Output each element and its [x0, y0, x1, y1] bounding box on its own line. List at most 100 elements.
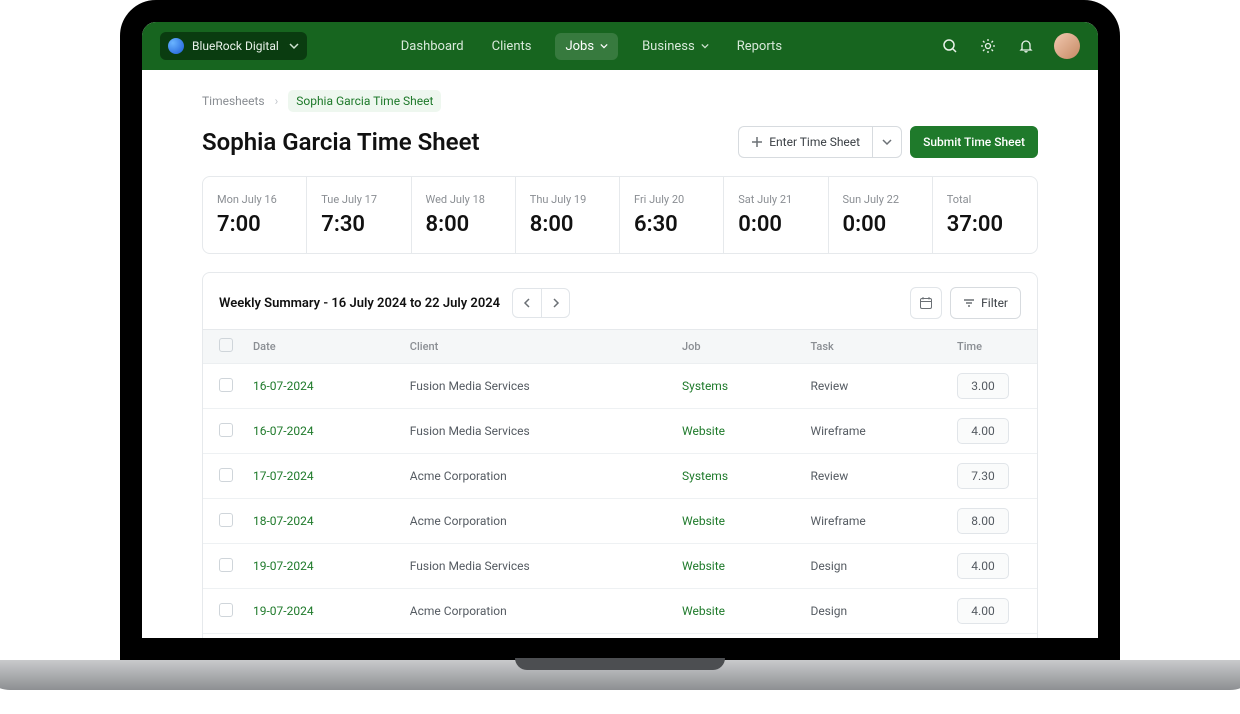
enter-timesheet-menu[interactable] [872, 126, 902, 158]
day-hours: 6:30 [634, 212, 709, 237]
cell-task: Wireframe [800, 499, 947, 544]
cell-job: Systems [672, 364, 800, 409]
cell-time [947, 364, 1037, 409]
cell-date[interactable]: 19-07-2024 [243, 589, 400, 634]
day-label: Tue July 17 [321, 193, 396, 206]
cell-date[interactable]: 20-07-2024 [243, 634, 400, 639]
select-all-checkbox[interactable] [219, 338, 233, 352]
nav-clients[interactable]: Clients [488, 33, 536, 60]
search-button[interactable] [940, 36, 960, 56]
day-card: Wed July 18 8:00 [412, 177, 516, 253]
cell-date[interactable]: 18-07-2024 [243, 499, 400, 544]
row-checkbox[interactable] [219, 513, 233, 527]
day-hours: 7:30 [321, 212, 396, 237]
job-link[interactable]: Website [682, 559, 725, 573]
cell-time [947, 634, 1037, 639]
nav-label: Reports [737, 39, 782, 54]
nav-label: Clients [492, 39, 532, 54]
chevron-left-icon [522, 298, 532, 308]
cell-task: Review [800, 454, 947, 499]
app-topbar: BlueRock Digital Dashboard Clients Jobs … [142, 22, 1098, 70]
cell-task: Design [800, 589, 947, 634]
col-time[interactable]: Time [947, 330, 1037, 364]
cell-time [947, 454, 1037, 499]
submit-timesheet-button[interactable]: Submit Time Sheet [910, 126, 1038, 158]
cell-task: Design [800, 544, 947, 589]
cell-job: Website [672, 634, 800, 639]
cell-date[interactable]: 17-07-2024 [243, 454, 400, 499]
time-input[interactable] [957, 553, 1009, 579]
org-switcher[interactable]: BlueRock Digital [160, 32, 307, 60]
row-checkbox[interactable] [219, 558, 233, 572]
notifications-button[interactable] [1016, 36, 1036, 56]
nav-jobs[interactable]: Jobs [555, 33, 618, 60]
device-notch [515, 658, 725, 670]
cell-time [947, 544, 1037, 589]
cell-date[interactable]: 16-07-2024 [243, 364, 400, 409]
cell-job: Website [672, 589, 800, 634]
col-client[interactable]: Client [400, 330, 672, 364]
topbar-actions [940, 33, 1080, 59]
row-checkbox[interactable] [219, 378, 233, 392]
cell-date[interactable]: 16-07-2024 [243, 409, 400, 454]
row-checkbox[interactable] [219, 423, 233, 437]
cell-client: Acme Corporation [400, 589, 672, 634]
enter-timesheet-button[interactable]: Enter Time Sheet [738, 126, 872, 158]
day-card: Fri July 20 6:30 [620, 177, 724, 253]
col-task[interactable]: Task [800, 330, 947, 364]
job-link[interactable]: Systems [682, 469, 728, 483]
col-job[interactable]: Job [672, 330, 800, 364]
day-hours: 0:00 [738, 212, 813, 237]
day-hours: 8:00 [426, 212, 501, 237]
nav-business[interactable]: Business [638, 33, 713, 60]
search-icon [942, 38, 958, 54]
day-summary-cards: Mon July 16 7:00Tue July 17 7:30Wed July… [202, 176, 1038, 254]
time-input[interactable] [957, 463, 1009, 489]
table-row: 16-07-2024 Fusion Media Services Systems… [203, 364, 1037, 409]
prev-week-button[interactable] [513, 289, 541, 317]
day-label: Wed July 18 [426, 193, 501, 206]
breadcrumb: Timesheets › Sophia Garcia Time Sheet [202, 90, 1038, 112]
table-row: 20-07-2024 Fusion Media Services Website… [203, 634, 1037, 639]
row-checkbox[interactable] [219, 468, 233, 482]
day-card: Tue July 17 7:30 [307, 177, 411, 253]
breadcrumb-parent[interactable]: Timesheets [202, 94, 265, 108]
chevron-right-icon [551, 298, 561, 308]
job-link[interactable]: Systems [682, 379, 728, 393]
calendar-button[interactable] [910, 287, 942, 319]
time-input[interactable] [957, 418, 1009, 444]
table-row: 17-07-2024 Acme Corporation Systems Revi… [203, 454, 1037, 499]
gear-icon [980, 38, 996, 54]
job-link[interactable]: Website [682, 604, 725, 618]
chevron-down-icon [701, 42, 709, 50]
job-link[interactable]: Website [682, 424, 725, 438]
time-input[interactable] [957, 598, 1009, 624]
filter-button[interactable]: Filter [950, 287, 1021, 319]
user-avatar[interactable] [1054, 33, 1080, 59]
job-link[interactable]: Website [682, 514, 725, 528]
time-input[interactable] [957, 373, 1009, 399]
table-row: 19-07-2024 Fusion Media Services Website… [203, 544, 1037, 589]
row-checkbox[interactable] [219, 603, 233, 617]
cell-time [947, 499, 1037, 544]
calendar-icon [919, 296, 933, 310]
day-label: Thu July 19 [530, 193, 605, 206]
table-row: 19-07-2024 Acme Corporation Website Desi… [203, 589, 1037, 634]
next-week-button[interactable] [541, 289, 569, 317]
cell-task: Design [800, 634, 947, 639]
day-card: Sat July 21 0:00 [724, 177, 828, 253]
chevron-down-icon [289, 41, 299, 51]
chevron-down-icon [600, 42, 608, 50]
time-input[interactable] [957, 508, 1009, 534]
col-date[interactable]: Date [243, 330, 400, 364]
page-title: Sophia Garcia Time Sheet [202, 128, 480, 156]
settings-button[interactable] [978, 36, 998, 56]
main-nav: Dashboard Clients Jobs Business Reports [397, 33, 786, 60]
cell-job: Website [672, 499, 800, 544]
day-hours: 8:00 [530, 212, 605, 237]
nav-reports[interactable]: Reports [733, 33, 786, 60]
filter-icon [963, 297, 975, 309]
cell-date[interactable]: 19-07-2024 [243, 544, 400, 589]
day-card: Thu July 19 8:00 [516, 177, 620, 253]
nav-dashboard[interactable]: Dashboard [397, 33, 468, 60]
